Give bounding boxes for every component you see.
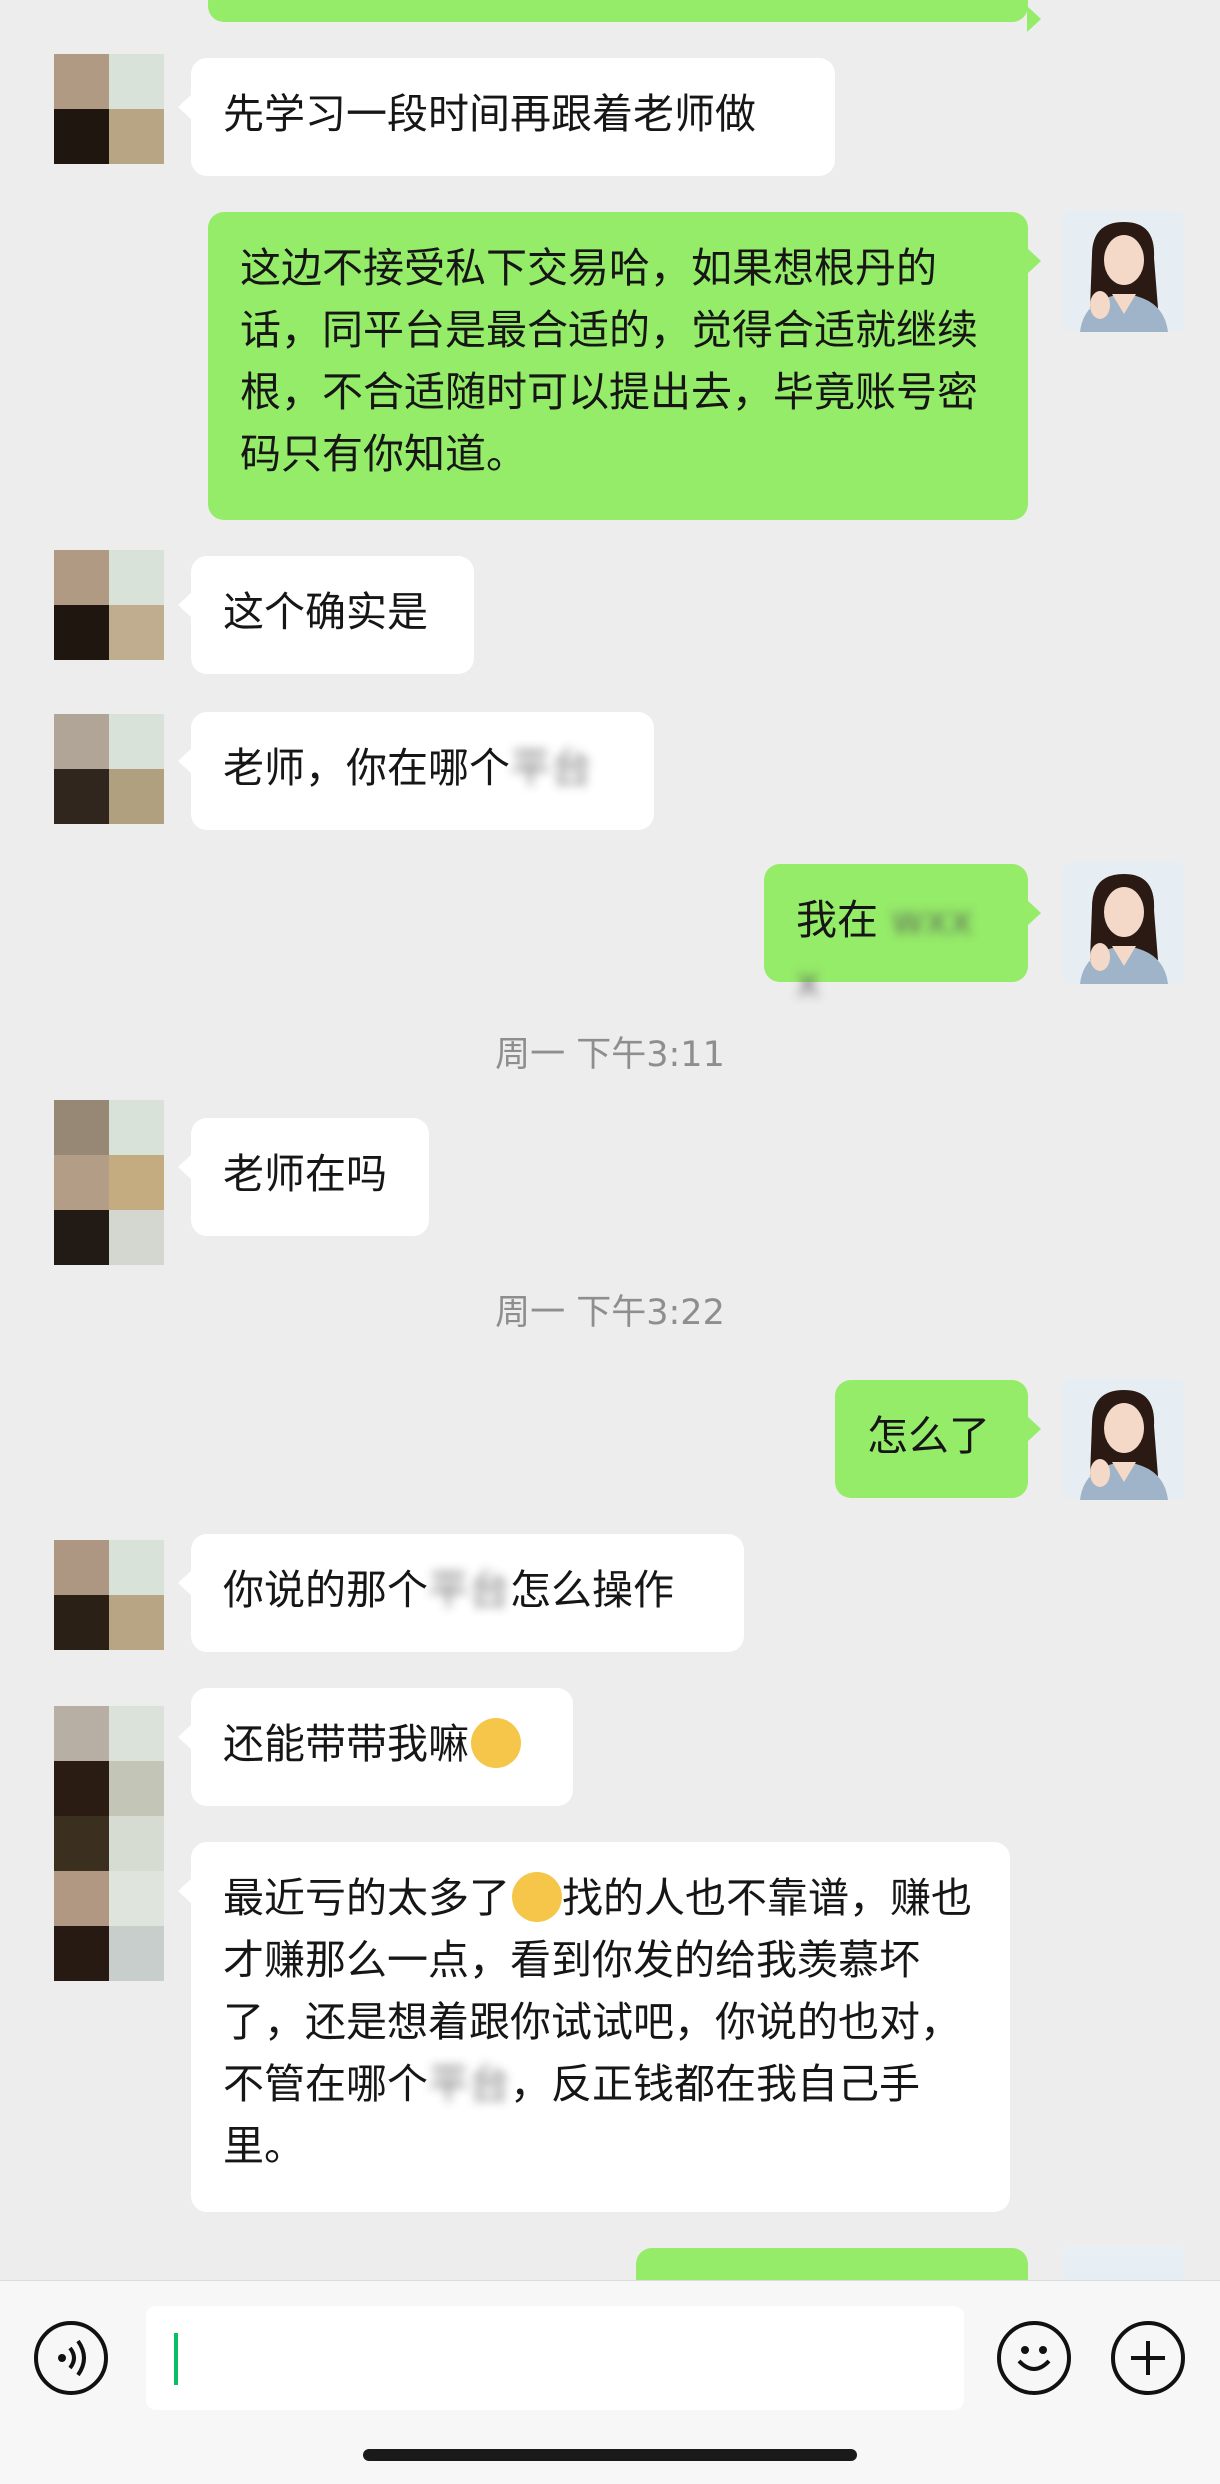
blurred-text: 平台 bbox=[428, 1566, 510, 1614]
message-text: 我在 bbox=[796, 896, 878, 944]
text-cursor bbox=[174, 2333, 178, 2385]
message-bubble[interactable] bbox=[636, 2248, 1028, 2280]
message-text: 你说的那个 bbox=[223, 1566, 428, 1614]
avatar[interactable] bbox=[1062, 1378, 1184, 1500]
avatar[interactable] bbox=[54, 714, 164, 824]
timestamp: 周一 下午3:11 bbox=[495, 1035, 725, 1075]
input-bar bbox=[0, 2280, 1220, 2484]
avatar[interactable] bbox=[1062, 210, 1184, 332]
chat-area[interactable]: 先学习一段时间再跟着老师做 这边不接受私下交易哈，如果想根丹的话，同平台是最合适… bbox=[0, 0, 1220, 2280]
persevering-face-icon bbox=[512, 1872, 562, 1922]
message-text: 这个确实是 bbox=[223, 588, 428, 636]
plus-button[interactable] bbox=[1111, 2321, 1185, 2395]
message-bubble[interactable]: 这边不接受私下交易哈，如果想根丹的话，同平台是最合适的，觉得合适就继续根，不合适… bbox=[208, 212, 1041, 520]
message-text: 老师在吗 bbox=[223, 1150, 387, 1198]
message-text: 先学习一段时间再跟着老师做 bbox=[223, 90, 756, 138]
message-text: 最近亏的太多了 bbox=[223, 1874, 510, 1922]
message-bubble[interactable]: 先学习一段时间再跟着老师做 bbox=[178, 58, 835, 176]
message-bubble[interactable]: 你说的那个平台怎么操作 bbox=[178, 1534, 744, 1652]
home-indicator[interactable] bbox=[363, 2449, 857, 2461]
message-text: 这边不接受私下交易哈，如果想根丹的话，同平台是最合适的，觉得合适就继续根，不合适… bbox=[240, 244, 978, 478]
message-text: 还能带带我嘛 bbox=[223, 1720, 469, 1768]
timestamp: 周一 下午3:22 bbox=[495, 1293, 725, 1333]
avatar[interactable] bbox=[54, 550, 164, 660]
voice-button[interactable] bbox=[34, 2321, 108, 2395]
message-bubble[interactable] bbox=[208, 0, 1041, 32]
message-bubble[interactable]: 还能带带我嘛 bbox=[178, 1688, 573, 1806]
emoji-button[interactable] bbox=[997, 2321, 1071, 2395]
crying-face-icon bbox=[471, 1718, 521, 1768]
portrait-image bbox=[1062, 862, 1184, 984]
portrait-image bbox=[1062, 1378, 1184, 1500]
portrait-image bbox=[1062, 210, 1184, 332]
message-text: 怎么了 bbox=[867, 1412, 990, 1460]
message-bubble[interactable]: 最近亏的太多了 找的人也不靠谱，赚也才赚那么一点，看到你发的给我羡慕坏了，还是想着… bbox=[178, 1842, 1010, 2212]
voice-icon bbox=[58, 2339, 86, 2377]
avatar[interactable] bbox=[1062, 2246, 1184, 2280]
blurred-text: 平台 bbox=[510, 744, 592, 792]
message-bubble[interactable]: 老师，你在哪个平台 bbox=[178, 712, 654, 830]
emoji-icon bbox=[1017, 2346, 1051, 2371]
avatar[interactable] bbox=[54, 54, 164, 164]
message-bubble[interactable]: 这个确实是 bbox=[178, 556, 474, 674]
message-bubble[interactable]: 怎么了 bbox=[835, 1380, 1041, 1498]
message-bubble[interactable]: 我在 wxxx bbox=[764, 864, 1041, 1006]
message-text: 老师，你在哪个 bbox=[223, 744, 510, 792]
message-text-end: 怎么操作 bbox=[510, 1566, 674, 1614]
message-input[interactable] bbox=[146, 2306, 964, 2410]
avatar[interactable] bbox=[54, 1706, 164, 1981]
avatar[interactable] bbox=[54, 1540, 164, 1650]
avatar[interactable] bbox=[54, 1100, 164, 1265]
plus-icon bbox=[1131, 2341, 1165, 2375]
avatar[interactable] bbox=[1062, 862, 1184, 984]
blurred-text: 平台 bbox=[428, 2060, 510, 2108]
message-bubble[interactable]: 老师在吗 bbox=[178, 1118, 429, 1236]
